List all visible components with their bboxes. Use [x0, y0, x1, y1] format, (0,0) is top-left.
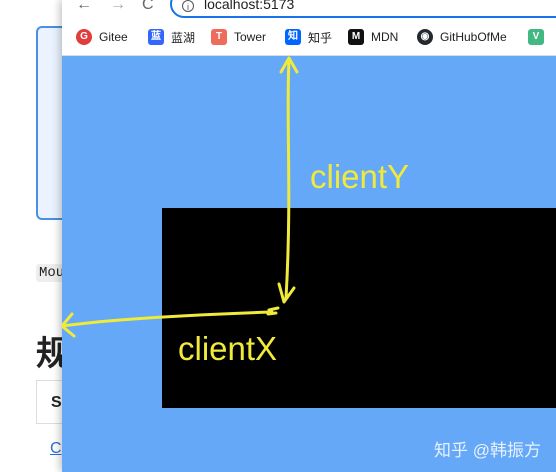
- bookmark-mdn[interactable]: M MDN: [348, 28, 398, 46]
- bookmark-github[interactable]: ◉ GitHubOfMe: [417, 28, 507, 46]
- url-text[interactable]: localhost:5173: [204, 0, 294, 12]
- address-bar[interactable]: i localhost:5173: [170, 0, 556, 18]
- background-link[interactable]: C: [50, 440, 62, 458]
- client-y-line: [284, 58, 291, 300]
- github-icon: ◉: [417, 29, 433, 45]
- browser-toolbar: ← → C i localhost:5173: [62, 0, 556, 20]
- tower-icon: T: [211, 29, 227, 45]
- bookmark-lanhu[interactable]: 蓝 蓝湖: [148, 28, 195, 46]
- forward-button[interactable]: →: [110, 0, 126, 14]
- page-content-area: clientY clientX 知乎 @韩振方: [62, 56, 556, 472]
- bookmark-gitee[interactable]: G Gitee: [76, 28, 128, 46]
- bookmark-label: GitHubOfMe: [440, 30, 507, 44]
- mdn-icon: M: [348, 29, 364, 45]
- bookmark-label: MDN: [371, 30, 399, 44]
- lanhu-icon: 蓝: [148, 29, 164, 45]
- bookmark-label: 蓝湖: [171, 30, 196, 45]
- reload-button[interactable]: C: [142, 0, 154, 14]
- bookmark-vue[interactable]: V: [528, 28, 551, 46]
- browser-window: ← → C i localhost:5173 G Gitee 蓝 蓝湖 T To…: [62, 0, 556, 472]
- info-icon[interactable]: i: [182, 0, 194, 12]
- bookmark-zhihu[interactable]: 知 知乎: [285, 28, 332, 46]
- bookmark-tower[interactable]: T Tower: [211, 28, 266, 46]
- bookmark-label: Gitee: [99, 30, 128, 44]
- gitee-icon: G: [76, 29, 92, 45]
- zhihu-icon: 知: [285, 29, 301, 45]
- client-x-line: [62, 310, 274, 328]
- back-button[interactable]: ←: [76, 0, 92, 14]
- bookmark-label: 知乎: [308, 30, 333, 45]
- coordinate-arrows: [62, 56, 299, 338]
- vue-icon: V: [528, 29, 544, 45]
- bookmarks-bar: G Gitee 蓝 蓝湖 T Tower 知 知乎 M MDN ◉ GitHub…: [62, 20, 556, 56]
- bookmark-label: Tower: [234, 30, 267, 44]
